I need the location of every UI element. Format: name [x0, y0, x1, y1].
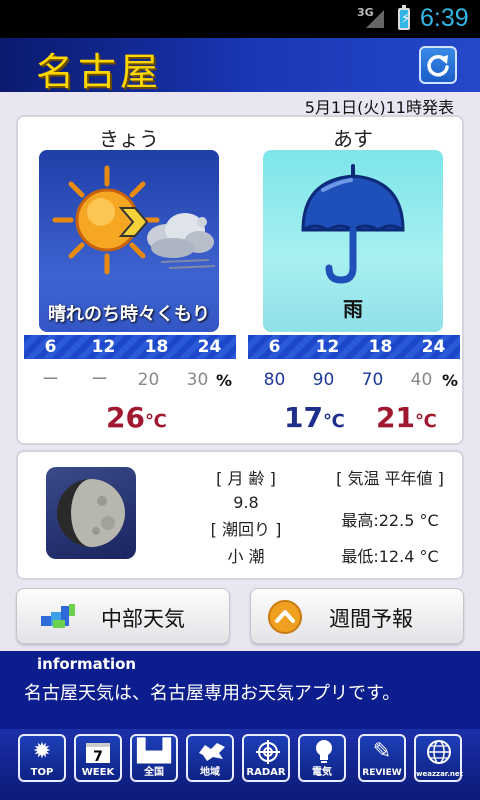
hour-label: 24 — [421, 337, 446, 357]
status-bar: 3G ⚡ 6:39 — [0, 0, 480, 38]
today-label: きょう — [99, 127, 159, 151]
calendar-icon: 7 — [76, 742, 120, 767]
hour-label: 12 — [91, 337, 116, 357]
tab-week[interactable]: 7 WEEK — [74, 734, 122, 782]
normal-high: 最高:22.5 °C — [341, 511, 439, 530]
hour-label: 24 — [197, 337, 222, 357]
forecast-card: きょう あす 晴れのち時々くもり 雨 6 12 18 24 6 12 18 24… — [16, 115, 464, 445]
tide-label: [ 潮回り ] — [210, 520, 282, 539]
tomorrow-max-temp: 21℃ — [376, 401, 437, 434]
refresh-button[interactable] — [419, 46, 457, 84]
radar-icon — [256, 740, 280, 764]
pop-value: ー — [42, 370, 59, 390]
pop-value: 30 — [186, 370, 209, 390]
today-hours-bar: 6 12 18 24 — [24, 335, 236, 359]
hour-label: 12 — [315, 337, 340, 357]
tomorrow-min-temp: 17℃ — [284, 401, 345, 434]
today-pop-unit: % — [216, 371, 233, 390]
hour-label: 18 — [144, 337, 169, 357]
moon-age-value: 9.8 — [233, 493, 259, 512]
tomorrow-pop-unit: % — [442, 371, 459, 390]
chevron-up-icon — [268, 600, 302, 634]
pop-value: 40 — [410, 370, 433, 390]
battery-icon: ⚡ — [398, 5, 411, 30]
umbrella-icon — [301, 164, 405, 284]
tomorrow-weather-image: 雨 — [263, 150, 443, 332]
tab-national[interactable]: ▙▟ 全国 — [130, 734, 178, 782]
hour-label: 6 — [268, 337, 281, 357]
regional-weather-label: 中部天気 — [101, 607, 185, 631]
moon-age-label: [ 月 齢 ] — [216, 469, 276, 488]
tab-review[interactable]: ✎ REVIEW — [358, 734, 406, 782]
hour-label: 6 — [44, 337, 57, 357]
today-weather-image: 晴れのち時々くもり — [39, 150, 219, 332]
moon-card: [ 月 齢 ] 9.8 [ 潮回り ] 小 潮 [ 気温 平年値 ] 最高:22… — [16, 450, 464, 580]
lightbulb-icon — [316, 740, 332, 763]
tomorrow-label: あす — [333, 127, 373, 151]
information-banner: information 名古屋天気は、名古屋専用お天気アプリです。 — [0, 651, 480, 729]
weekly-forecast-button[interactable]: 週間予報 — [250, 588, 464, 644]
regional-map-icon — [41, 604, 75, 628]
sun-cloud-icon — [52, 165, 216, 275]
tab-region[interactable]: 地域 — [186, 734, 234, 782]
today-pop-row: ー ー 20 30 — [26, 369, 222, 391]
pop-value: 70 — [361, 370, 384, 390]
status-clock: 6:39 — [420, 4, 469, 32]
hour-label: 18 — [368, 337, 393, 357]
pop-value: 20 — [137, 370, 160, 390]
normal-low: 最低:12.4 °C — [341, 547, 439, 566]
moon-phase-icon — [57, 479, 125, 547]
pencil-icon: ✎ — [372, 739, 392, 764]
globe-icon — [427, 740, 451, 764]
refresh-icon — [427, 55, 449, 77]
today-max-temp: 26℃ — [106, 401, 167, 434]
city-title: 名古屋 — [36, 50, 163, 94]
tomorrow-hours-bar: 6 12 18 24 — [248, 335, 460, 359]
tomorrow-pop-row: 80 90 70 40 — [250, 369, 446, 391]
tab-top[interactable]: ✹ TOP — [18, 734, 66, 782]
sun-icon: ✹ — [32, 739, 52, 764]
pop-value: ー — [91, 370, 108, 390]
hokkaido-map-icon — [199, 743, 225, 761]
tab-radar[interactable]: RADAR — [242, 734, 290, 782]
regional-weather-button[interactable]: 中部天気 — [16, 588, 230, 644]
buildings-icon: ▙▟ — [137, 739, 171, 764]
information-message: 名古屋天気は、名古屋専用お天気アプリです。 — [24, 683, 401, 704]
tab-electric[interactable]: 電気 — [298, 734, 346, 782]
bottom-tab-bar: ✹ TOP 7 WEEK ▙▟ 全国 地域 RADAR 電気 ✎ REVIEW … — [0, 729, 480, 800]
pop-value: 90 — [312, 370, 335, 390]
tab-weazzar[interactable]: weazzar.net — [414, 734, 463, 782]
pop-value: 80 — [263, 370, 286, 390]
information-title: information — [37, 655, 137, 673]
normal-temp-label: [ 気温 平年値 ] — [336, 469, 444, 488]
moon-image — [46, 467, 136, 559]
app-header: 名古屋 — [0, 38, 480, 94]
signal-icon — [366, 10, 384, 28]
today-weather-text: 晴れのち時々くもり — [48, 304, 210, 325]
tide-value: 小 潮 — [227, 547, 265, 566]
tomorrow-weather-text: 雨 — [343, 297, 363, 321]
weekly-forecast-label: 週間予報 — [329, 607, 413, 631]
